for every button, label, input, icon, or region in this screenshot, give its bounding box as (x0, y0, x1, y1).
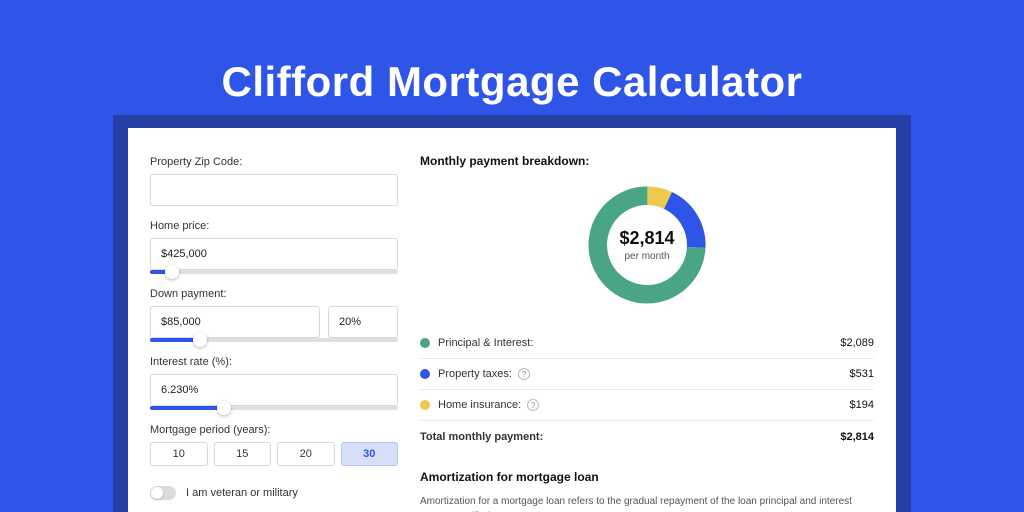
amortization-heading: Amortization for mortgage loan (420, 470, 874, 484)
legend-dot-yellow (420, 400, 430, 410)
zip-input[interactable] (150, 174, 398, 206)
veteran-label: I am veteran or military (186, 487, 298, 499)
breakdown-panel: Monthly payment breakdown: (398, 154, 874, 512)
slider-thumb[interactable] (217, 401, 231, 415)
toggle-knob (151, 487, 163, 499)
period-option-30[interactable]: 30 (341, 442, 399, 466)
amortization-text: Amortization for a mortgage loan refers … (420, 494, 874, 512)
interest-rate-input[interactable] (150, 374, 398, 406)
donut-amount: $2,814 (619, 228, 674, 249)
breakdown-value: $2,089 (840, 337, 874, 349)
interest-rate-slider[interactable] (150, 406, 398, 410)
interest-rate-label: Interest rate (%): (150, 356, 398, 368)
help-icon[interactable]: ? (527, 399, 539, 411)
home-price-label: Home price: (150, 220, 398, 232)
period-option-20[interactable]: 20 (277, 442, 335, 466)
breakdown-label: Property taxes: (438, 368, 512, 380)
breakdown-value: $531 (850, 368, 874, 380)
home-price-input[interactable] (150, 238, 398, 270)
down-payment-input[interactable] (150, 306, 320, 338)
breakdown-row-insurance: Home insurance: ? $194 (420, 390, 874, 421)
breakdown-heading: Monthly payment breakdown: (420, 154, 874, 168)
calculator-card: Property Zip Code: Home price: Down paym… (128, 128, 896, 512)
total-value: $2,814 (840, 431, 874, 443)
slider-thumb[interactable] (165, 265, 179, 279)
down-payment-label: Down payment: (150, 288, 398, 300)
breakdown-label: Home insurance: (438, 399, 521, 411)
down-payment-slider[interactable] (150, 338, 398, 342)
breakdown-value: $194 (850, 399, 874, 411)
form-panel: Property Zip Code: Home price: Down paym… (150, 154, 398, 512)
down-payment-percent-input[interactable] (328, 306, 398, 338)
breakdown-row-principal: Principal & Interest: $2,089 (420, 328, 874, 359)
help-icon[interactable]: ? (518, 368, 530, 380)
period-option-15[interactable]: 15 (214, 442, 272, 466)
mortgage-period-group: 10 15 20 30 (150, 442, 398, 466)
page-title: Clifford Mortgage Calculator (0, 0, 1024, 106)
veteran-toggle[interactable] (150, 486, 176, 500)
breakdown-row-total: Total monthly payment: $2,814 (420, 421, 874, 452)
breakdown-label: Principal & Interest: (438, 337, 533, 349)
period-option-10[interactable]: 10 (150, 442, 208, 466)
mortgage-period-label: Mortgage period (years): (150, 424, 398, 436)
legend-dot-blue (420, 369, 430, 379)
breakdown-row-taxes: Property taxes: ? $531 (420, 359, 874, 390)
total-label: Total monthly payment: (420, 431, 543, 443)
donut-subtitle: per month (624, 251, 669, 262)
zip-label: Property Zip Code: (150, 156, 398, 168)
home-price-slider[interactable] (150, 270, 398, 274)
payment-donut-chart: $2,814 per month (582, 180, 712, 310)
legend-dot-green (420, 338, 430, 348)
slider-thumb[interactable] (193, 333, 207, 347)
